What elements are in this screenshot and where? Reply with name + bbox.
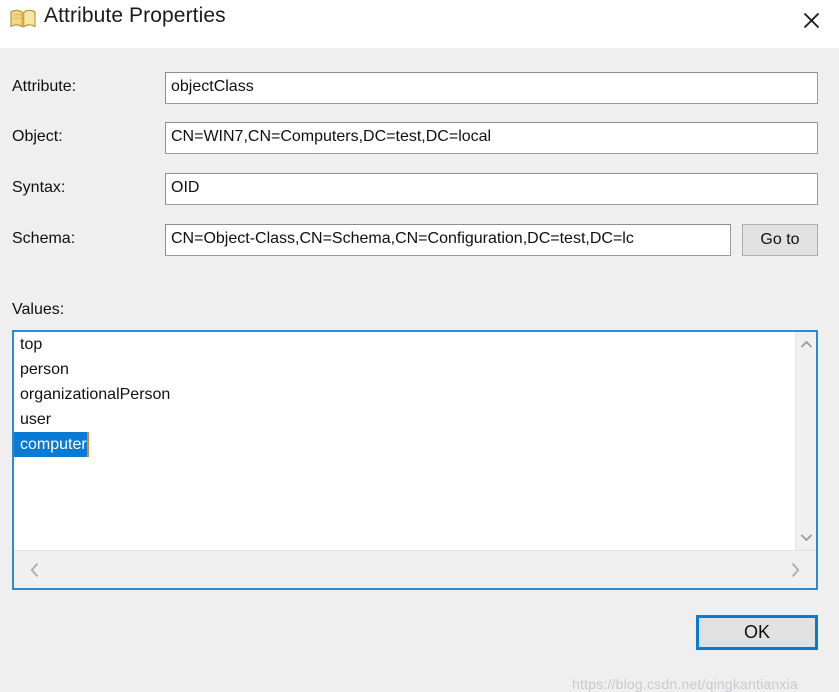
close-icon	[803, 12, 820, 29]
field-row-schema: Schema: CN=Object-Class,CN=Schema,CN=Con…	[0, 224, 839, 258]
object-field[interactable]: CN=WIN7,CN=Computers,DC=test,DC=local	[165, 122, 818, 154]
title-bar: Attribute Properties	[0, 0, 839, 49]
values-list[interactable]: top person organizationalPerson user com…	[14, 332, 795, 550]
list-item[interactable]: user	[14, 407, 795, 432]
go-to-button[interactable]: Go to	[742, 224, 818, 256]
attribute-field[interactable]: objectClass	[165, 72, 818, 104]
attribute-value: objectClass	[171, 78, 254, 95]
chevron-down-icon	[800, 533, 813, 542]
scroll-right-button[interactable]	[780, 551, 810, 588]
field-row-object: Object: CN=WIN7,CN=Computers,DC=test,DC=…	[0, 122, 839, 156]
chevron-right-icon	[790, 562, 800, 578]
scroll-up-button[interactable]	[796, 334, 817, 355]
list-item-selected[interactable]: computer	[14, 432, 89, 457]
syntax-field[interactable]: OID	[165, 173, 818, 205]
scroll-down-button[interactable]	[796, 527, 817, 548]
schema-value: CN=Object-Class,CN=Schema,CN=Configurati…	[171, 230, 634, 247]
attribute-label: Attribute:	[12, 78, 77, 95]
watermark-text: https://blog.csdn.net/qingkantianxia	[572, 676, 798, 692]
schema-field[interactable]: CN=Object-Class,CN=Schema,CN=Configurati…	[165, 224, 731, 256]
object-label: Object:	[12, 128, 63, 145]
horizontal-scrollbar[interactable]	[14, 550, 816, 588]
schema-label: Schema:	[12, 230, 76, 247]
vertical-scrollbar[interactable]	[795, 332, 816, 550]
field-row-syntax: Syntax: OID	[0, 173, 839, 207]
syntax-value: OID	[171, 179, 200, 196]
dialog-body: Attribute: objectClass Object: CN=WIN7,C…	[0, 48, 839, 692]
chevron-left-icon	[30, 562, 40, 578]
window-title: Attribute Properties	[44, 4, 226, 27]
field-row-attribute: Attribute: objectClass	[0, 72, 839, 106]
syntax-label: Syntax:	[12, 179, 66, 196]
list-item[interactable]: top	[14, 332, 795, 357]
values-listbox[interactable]: top person organizationalPerson user com…	[12, 330, 818, 590]
book-icon	[9, 7, 37, 31]
values-label: Values:	[12, 301, 65, 318]
list-item[interactable]: organizationalPerson	[14, 382, 795, 407]
ok-button[interactable]: OK	[696, 615, 818, 650]
close-button[interactable]	[783, 0, 839, 40]
list-item[interactable]: person	[14, 357, 795, 382]
scroll-left-button[interactable]	[20, 551, 50, 588]
chevron-up-icon	[800, 340, 813, 349]
object-value: CN=WIN7,CN=Computers,DC=test,DC=local	[171, 128, 492, 145]
